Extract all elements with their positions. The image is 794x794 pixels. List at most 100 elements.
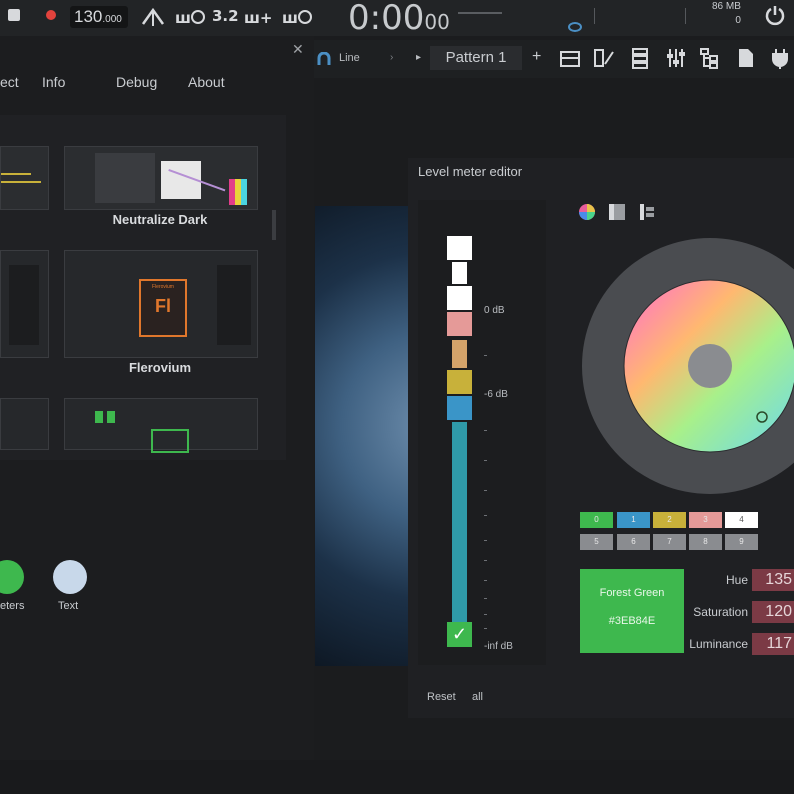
memory-text: 86 MB xyxy=(712,1,741,12)
wallpaper-earth-image xyxy=(315,206,408,666)
hue-label: Hue xyxy=(725,573,748,587)
chevron-right-icon: › xyxy=(390,52,394,63)
step-edit-icon[interactable]: ш+ xyxy=(244,6,272,28)
editor-title: Level meter editor xyxy=(418,164,523,179)
theme-thumb-flerovium[interactable]: Flerovium Fl xyxy=(64,250,258,358)
wait-input-icon[interactable]: ш xyxy=(175,6,205,28)
palette-swatch[interactable]: 9 xyxy=(725,534,758,550)
palette-swatch[interactable]: 2 xyxy=(653,512,686,528)
svg-text:ш+: ш+ xyxy=(244,9,272,27)
tempo-display[interactable]: 130.000 xyxy=(70,6,128,28)
palette-swatch[interactable]: 7 xyxy=(653,534,686,550)
luminance-label: Luminance xyxy=(689,637,748,651)
mixer-icon[interactable] xyxy=(664,46,688,70)
cpu-text: 0 xyxy=(735,15,741,26)
cpu-meter xyxy=(594,8,686,24)
saturation-label: Saturation xyxy=(693,605,748,619)
palette-swatch[interactable]: 0 xyxy=(580,512,613,528)
theme-grid-scrollbar[interactable] xyxy=(272,210,276,240)
meter-segment[interactable] xyxy=(447,236,472,260)
checkmark-icon[interactable]: ✓ xyxy=(447,622,472,647)
meter-tick xyxy=(484,614,487,615)
meter-tick xyxy=(484,580,487,581)
theme-thumb-neutralize-dark[interactable] xyxy=(64,146,258,210)
tab-about[interactable]: About xyxy=(188,74,225,90)
palette-swatch[interactable]: 6 xyxy=(617,534,650,550)
theme-thumb-left2[interactable] xyxy=(0,250,49,358)
meter-tick xyxy=(484,430,487,431)
pattern-selector[interactable]: Pattern 1 xyxy=(430,46,522,70)
meter-tick xyxy=(484,355,487,356)
meter-segment[interactable] xyxy=(447,312,472,336)
color-wheel-mode-icon[interactable] xyxy=(578,203,596,221)
song-position-clock: 0:0000 xyxy=(348,0,450,38)
gradient-mode-icon[interactable] xyxy=(608,203,626,221)
palette-swatch[interactable]: 4 xyxy=(725,512,758,528)
saturation-field[interactable]: 120 xyxy=(752,601,794,623)
pattern-number[interactable]: 3.2 xyxy=(212,7,239,25)
tab-info[interactable]: Info xyxy=(42,74,65,90)
metronome-icon[interactable] xyxy=(140,6,166,28)
db-label: 0 dB xyxy=(484,305,505,316)
color-wheel[interactable] xyxy=(580,236,794,496)
main-toolbar: 130.000 ш 3.2 ш+ ш 0:0000 86 MB 0 xyxy=(0,0,794,38)
stop-button[interactable] xyxy=(8,9,20,21)
bottom-bar xyxy=(0,760,794,794)
meter-segment[interactable] xyxy=(447,286,472,310)
tab-debug[interactable]: Debug xyxy=(116,74,157,90)
meter-segment[interactable] xyxy=(452,422,467,622)
all-button[interactable]: all xyxy=(472,691,483,703)
db-label: -6 dB xyxy=(484,389,508,400)
palette-swatch[interactable]: 1 xyxy=(617,512,650,528)
piano-roll-icon[interactable] xyxy=(592,46,616,70)
theme-thumb-previous[interactable] xyxy=(0,146,49,210)
play-small-icon: ▸ xyxy=(416,52,422,63)
memory-readout: 86 MB 0 xyxy=(712,0,741,28)
circle-label: Text xyxy=(58,600,79,612)
meter-segment[interactable] xyxy=(447,396,472,420)
meter-tick xyxy=(484,598,487,599)
close-icon[interactable]: ✕ xyxy=(292,41,304,58)
palette-swatch[interactable]: 5 xyxy=(580,534,613,550)
meter-tick xyxy=(484,490,487,491)
text-color-circle[interactable] xyxy=(53,560,87,594)
tab-project[interactable]: ect xyxy=(0,74,19,90)
color-name: Forest Green xyxy=(599,587,665,599)
svg-text:ш: ш xyxy=(282,9,298,27)
meter-tick xyxy=(484,460,487,461)
db-label: -inf dB xyxy=(484,641,513,652)
luminance-field[interactable]: 117 xyxy=(752,633,794,655)
theme-thumb-left3[interactable] xyxy=(0,398,49,450)
meter-segment[interactable] xyxy=(447,370,472,394)
meter-segment[interactable] xyxy=(452,262,467,284)
palette-swatch[interactable]: 3 xyxy=(689,512,722,528)
meter-tick xyxy=(484,540,487,541)
flerovium-badge: Flerovium Fl xyxy=(139,279,187,337)
power-icon[interactable] xyxy=(764,4,786,26)
meter-segment[interactable] xyxy=(452,340,467,368)
channel-rack-icon[interactable] xyxy=(628,46,652,70)
secondary-toolbar xyxy=(314,40,794,78)
add-pattern-button[interactable]: + xyxy=(532,48,541,66)
snap-label[interactable]: Line xyxy=(339,52,360,64)
magnet-icon[interactable] xyxy=(317,52,331,66)
svg-text:ш: ш xyxy=(175,9,191,27)
circle-label: eters xyxy=(0,600,25,612)
meter-tick xyxy=(484,515,487,516)
theme-thumb-3[interactable] xyxy=(64,398,258,453)
palette-mode-icon[interactable] xyxy=(638,203,656,221)
playlist-icon[interactable] xyxy=(558,46,582,70)
browser-tree-icon[interactable] xyxy=(698,46,722,70)
master-volume-slider[interactable] xyxy=(458,12,502,14)
plugin-icon[interactable] xyxy=(768,46,792,70)
meter-tick xyxy=(484,628,487,629)
hue-field[interactable]: 135 xyxy=(752,569,794,591)
theme-label: Flerovium xyxy=(128,360,192,375)
level-meter-preview xyxy=(418,200,546,665)
reset-button[interactable]: Reset xyxy=(427,691,456,703)
palette-swatch[interactable]: 8 xyxy=(689,534,722,550)
file-icon[interactable] xyxy=(734,46,758,70)
record-button[interactable] xyxy=(46,10,56,20)
theme-label: Neutralize Dark xyxy=(112,212,208,227)
loop-record-icon[interactable]: ш xyxy=(282,6,312,28)
